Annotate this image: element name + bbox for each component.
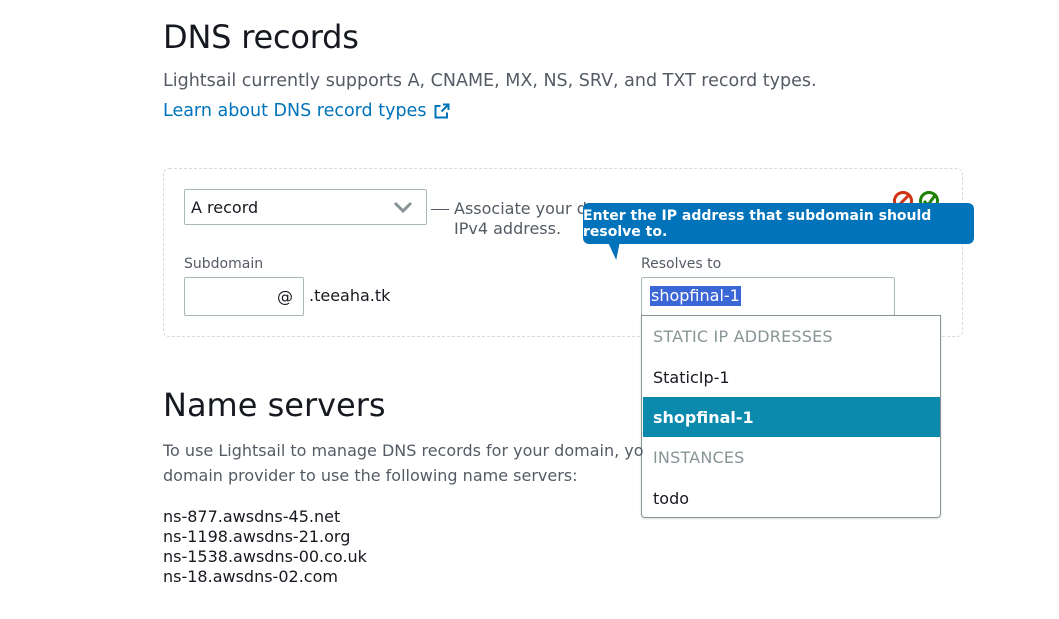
name-servers-description-line1: To use Lightsail to manage DNS records f… bbox=[163, 441, 643, 460]
dash-separator bbox=[431, 209, 449, 210]
dropdown-option-todo[interactable]: todo bbox=[643, 478, 940, 518]
name-server-item: ns-18.awsdns-02.com bbox=[163, 567, 338, 586]
resolves-to-dropdown: STATIC IP ADDRESSES StaticIp-1 shopfinal… bbox=[641, 315, 941, 518]
name-server-list: ns-877.awsdns-45.net ns-1198.awsdns-21.o… bbox=[163, 507, 367, 587]
record-description-line2: IPv4 address. bbox=[454, 219, 562, 238]
learn-link-label: Learn about DNS record types bbox=[163, 101, 427, 121]
resolves-to-value: shopfinal-1 bbox=[650, 286, 741, 306]
dropdown-option-staticip-1[interactable]: StaticIp-1 bbox=[643, 357, 940, 397]
tooltip: Enter the IP address that subdomain shou… bbox=[583, 203, 974, 244]
external-link-icon bbox=[434, 103, 450, 119]
name-servers-description-line2: domain provider to use the following nam… bbox=[163, 466, 578, 485]
record-type-select[interactable]: A record bbox=[184, 189, 427, 225]
page-subtitle: Lightsail currently supports A, CNAME, M… bbox=[163, 71, 817, 91]
name-server-item: ns-877.awsdns-45.net bbox=[163, 507, 341, 526]
page-title: DNS records bbox=[163, 18, 359, 56]
record-description-line1: Associate your do bbox=[454, 199, 597, 218]
at-sign: @ bbox=[277, 287, 293, 306]
record-type-value: A record bbox=[191, 197, 259, 217]
learn-dns-record-types-link[interactable]: Learn about DNS record types bbox=[163, 101, 450, 121]
name-servers-title: Name servers bbox=[163, 386, 386, 424]
resolves-to-label: Resolves to bbox=[641, 256, 722, 272]
name-servers-description: To use Lightsail to manage DNS records f… bbox=[163, 438, 643, 488]
dropdown-group-static-ips: STATIC IP ADDRESSES bbox=[653, 327, 833, 346]
domain-suffix: .teeaha.tk bbox=[309, 286, 391, 305]
chevron-down-icon bbox=[393, 201, 413, 214]
dropdown-option-shopfinal-1[interactable]: shopfinal-1 bbox=[643, 397, 940, 437]
name-server-item: ns-1538.awsdns-00.co.uk bbox=[163, 547, 367, 566]
dropdown-group-instances: INSTANCES bbox=[653, 448, 745, 467]
subdomain-label: Subdomain bbox=[184, 256, 264, 272]
name-server-item: ns-1198.awsdns-21.org bbox=[163, 527, 351, 546]
